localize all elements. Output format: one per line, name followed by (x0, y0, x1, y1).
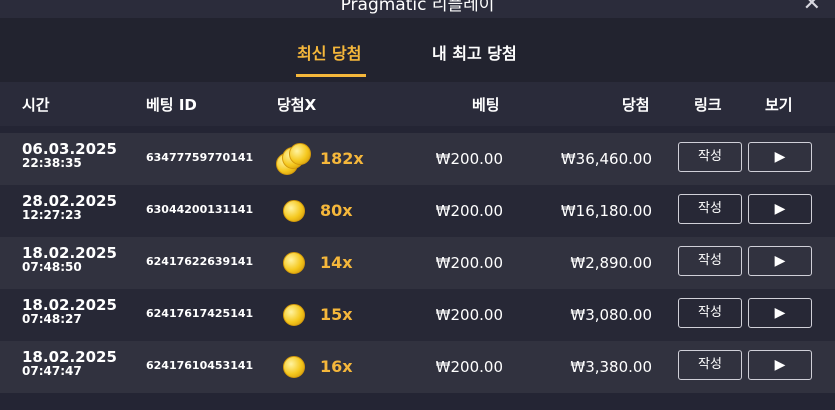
bet-amount: ₩200.00 (435, 358, 503, 376)
time-text: 07:47:47 (22, 364, 82, 378)
coin-icon (283, 200, 305, 222)
date-text: 28.02.2025 (22, 192, 117, 210)
bet-amount: ₩200.00 (435, 254, 503, 272)
write-link-button[interactable]: 작성 (678, 142, 742, 172)
bet-id: 63044200131141 (146, 203, 254, 216)
header-link: 링크 (694, 96, 722, 114)
win-amount: ₩2,890.00 (570, 254, 652, 272)
play-replay-button[interactable]: ▶ (748, 142, 812, 172)
table-row: 18.02.2025 07:47:47 62417610453141 16x ₩… (0, 341, 835, 393)
table-row: 18.02.2025 07:48:27 62417617425141 15x ₩… (0, 289, 835, 341)
date-text: 06.03.2025 (22, 140, 117, 158)
multiplier: 182x (320, 149, 364, 168)
tab-bar: 최신 당첨 내 최고 당첨 (0, 18, 835, 82)
bet-id: 62417617425141 (146, 307, 254, 320)
write-link-button[interactable]: 작성 (678, 298, 742, 328)
coin-stack-icon (276, 143, 311, 175)
win-amount: ₩3,080.00 (570, 306, 652, 324)
active-tab-indicator (296, 74, 366, 77)
header-view: 보기 (765, 96, 793, 114)
title-bar: Pragmatic 리플레이 ✕ (0, 0, 835, 18)
bet-id: 63477759770141 (146, 151, 254, 164)
coin-icon (283, 252, 305, 274)
bet-id: 62417622639141 (146, 255, 254, 268)
date-text: 18.02.2025 (22, 244, 117, 262)
bet-id: 62417610453141 (146, 359, 254, 372)
table-row: 28.02.2025 12:27:23 63044200131141 80x ₩… (0, 185, 835, 237)
table-row: 06.03.2025 22:38:35 63477759770141 182x … (0, 133, 835, 185)
header-bet-id: 베팅 ID (146, 96, 197, 114)
time-text: 22:38:35 (22, 156, 82, 170)
time-text: 12:27:23 (22, 208, 82, 222)
close-icon[interactable]: ✕ (803, 0, 821, 17)
header-bet: 베팅 (472, 96, 500, 114)
time-cell: 28.02.2025 12:27:23 (22, 192, 117, 223)
play-replay-button[interactable]: ▶ (748, 246, 812, 276)
multiplier: 80x (320, 201, 353, 220)
bet-amount: ₩200.00 (435, 202, 503, 220)
coin-icon (283, 356, 305, 378)
tab-latest-wins[interactable]: 최신 당첨 (297, 40, 361, 64)
write-link-button[interactable]: 작성 (678, 194, 742, 224)
time-text: 07:48:27 (22, 312, 82, 326)
window-title: Pragmatic 리플레이 (340, 0, 495, 15)
win-amount: ₩16,180.00 (560, 202, 652, 220)
win-amount: ₩3,380.00 (570, 358, 652, 376)
win-amount: ₩36,460.00 (560, 150, 652, 168)
time-cell: 18.02.2025 07:48:50 (22, 244, 117, 275)
time-cell: 18.02.2025 07:47:47 (22, 348, 117, 379)
multiplier: 15x (320, 305, 353, 324)
table-header: 시간 베팅 ID 당첨X 베팅 당첨 링크 보기 (0, 82, 835, 126)
bet-amount: ₩200.00 (435, 150, 503, 168)
write-link-button[interactable]: 작성 (678, 350, 742, 380)
play-replay-button[interactable]: ▶ (748, 298, 812, 328)
write-link-button[interactable]: 작성 (678, 246, 742, 276)
tab-my-top-wins[interactable]: 내 최고 당첨 (432, 40, 517, 64)
date-text: 18.02.2025 (22, 296, 117, 314)
bet-amount: ₩200.00 (435, 306, 503, 324)
header-win: 당첨 (622, 96, 650, 114)
multiplier: 14x (320, 253, 353, 272)
play-replay-button[interactable]: ▶ (748, 194, 812, 224)
time-cell: 18.02.2025 07:48:27 (22, 296, 117, 327)
multiplier: 16x (320, 357, 353, 376)
time-text: 07:48:50 (22, 260, 82, 274)
table-row: 18.02.2025 07:48:50 62417622639141 14x ₩… (0, 237, 835, 289)
header-time: 시간 (22, 96, 50, 114)
time-cell: 06.03.2025 22:38:35 (22, 140, 117, 171)
header-multiplier: 당첨X (277, 96, 317, 114)
date-text: 18.02.2025 (22, 348, 117, 366)
play-replay-button[interactable]: ▶ (748, 350, 812, 380)
coin-icon (283, 304, 305, 326)
